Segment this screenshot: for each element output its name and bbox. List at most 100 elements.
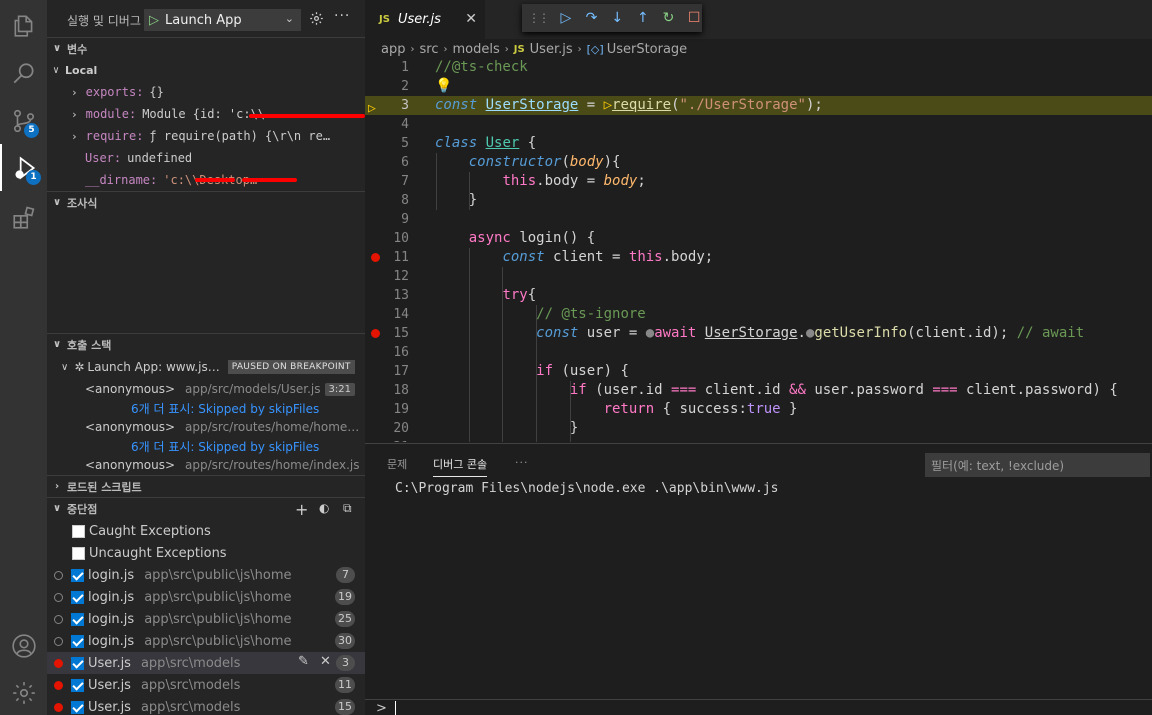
breakpoints-title: 중단점 bbox=[67, 502, 98, 516]
js-file-icon: JS bbox=[379, 14, 390, 25]
breakpoint-checkbox[interactable] bbox=[71, 700, 84, 714]
breakpoint-item[interactable]: User.js app\src\models 15 bbox=[47, 696, 365, 715]
breakpoint-file: login.js bbox=[88, 611, 135, 627]
code-line: 4 bbox=[365, 115, 1152, 134]
settings-gear-icon[interactable] bbox=[0, 669, 47, 715]
line-number: 18 bbox=[393, 383, 409, 398]
redaction-mark bbox=[242, 178, 297, 182]
tab-problems[interactable]: 문제 bbox=[387, 456, 407, 472]
breadcrumb-item[interactable]: models bbox=[452, 42, 499, 57]
uncaught-exceptions-row[interactable]: Uncaught Exceptions bbox=[47, 542, 365, 564]
breakpoint-checkbox[interactable] bbox=[71, 678, 84, 692]
chevron-down-icon: ∨ bbox=[52, 43, 62, 54]
variable-row[interactable]: User: undefined bbox=[47, 147, 365, 169]
debug-session-row[interactable]: ∨ ✲ Launch App: www.js… PAUSED ON BREAKP… bbox=[47, 356, 365, 378]
variable-name: module: bbox=[85, 107, 137, 121]
more-actions-button[interactable]: ··· bbox=[334, 8, 350, 24]
breadcrumb-item[interactable]: User.js bbox=[530, 42, 573, 57]
line-number: 6 bbox=[401, 155, 409, 170]
restart-icon[interactable]: ↻ bbox=[661, 10, 677, 26]
breadcrumb-item[interactable]: app bbox=[381, 42, 405, 57]
variable-row[interactable]: › exports: {} bbox=[47, 81, 365, 103]
source-control-icon[interactable]: 5 bbox=[0, 97, 47, 144]
step-into-icon[interactable]: ↓ bbox=[609, 10, 625, 26]
stack-frame[interactable]: <anonymous> app/src/routes/home/index.js bbox=[47, 454, 365, 476]
text-caret bbox=[395, 701, 396, 715]
chevron-right-icon: › bbox=[410, 43, 415, 55]
code-line: 20 } bbox=[365, 419, 1152, 438]
run-debug-icon[interactable]: 1 bbox=[0, 144, 47, 191]
code-line: 9 bbox=[365, 210, 1152, 229]
add-breakpoint-plus-icon[interactable]: + bbox=[295, 500, 308, 519]
breakpoints-section-header[interactable]: ∨ 중단점 + ◐ ⧉ bbox=[47, 497, 365, 519]
extensions-icon[interactable] bbox=[0, 194, 47, 241]
breakpoint-checkbox[interactable] bbox=[71, 634, 84, 648]
caught-exceptions-row[interactable]: Caught Exceptions bbox=[47, 520, 365, 542]
variable-name: User: bbox=[85, 151, 122, 165]
breakpoint-checkbox[interactable] bbox=[71, 590, 84, 604]
open-launch-json-gear-icon[interactable] bbox=[309, 11, 324, 30]
breakpoint-checkbox[interactable] bbox=[71, 656, 84, 670]
line-number: 13 bbox=[393, 288, 409, 303]
continue-icon[interactable]: ▷ bbox=[558, 10, 574, 26]
scope-local[interactable]: ∨ Local bbox=[47, 59, 365, 81]
line-number: 3 bbox=[401, 98, 409, 113]
account-icon[interactable] bbox=[0, 622, 47, 669]
remove-all-breakpoints-icon[interactable]: ⧉ bbox=[343, 501, 352, 516]
remove-breakpoint-close-icon[interactable]: ✕ bbox=[320, 654, 331, 669]
breakpoint-item[interactable]: User.js app\src\models ✎ ✕ 3 bbox=[47, 652, 365, 674]
variable-row[interactable]: › require: ƒ require(path) {\r\n re… bbox=[47, 125, 365, 147]
watch-section-header[interactable]: ∨ 조사식 bbox=[47, 191, 365, 213]
breadcrumb-item[interactable]: src bbox=[419, 42, 438, 57]
breadcrumb-item[interactable]: UserStorage bbox=[607, 42, 688, 57]
callstack-section-header[interactable]: ∨ 호출 스택 bbox=[47, 333, 365, 355]
breakpoint-item[interactable]: login.js app\src\public\js\home 7 bbox=[47, 564, 365, 586]
frame-path: app/src/routes/home/home… bbox=[185, 420, 360, 434]
paused-badge: PAUSED ON BREAKPOINT bbox=[227, 360, 355, 374]
search-icon[interactable] bbox=[0, 50, 47, 97]
lightbulb-icon[interactable]: 💡 bbox=[435, 77, 452, 96]
line-number: 2 bbox=[401, 79, 409, 94]
line-number: 19 bbox=[393, 402, 409, 417]
console-input[interactable]: > bbox=[365, 699, 1152, 715]
line-number: 12 bbox=[393, 269, 409, 284]
line-number: 5 bbox=[401, 136, 409, 151]
close-tab-icon[interactable]: ✕ bbox=[465, 11, 477, 27]
breakpoint-line: 7 bbox=[336, 567, 355, 583]
breakpoint-checkbox[interactable] bbox=[71, 612, 84, 626]
skipped-frames-link[interactable]: 6개 더 표시: Skipped by skipFiles bbox=[131, 438, 319, 455]
breakpoint-item[interactable]: User.js app\src\models 11 bbox=[47, 674, 365, 696]
edit-breakpoint-pencil-icon[interactable]: ✎ bbox=[298, 654, 309, 669]
breakpoint-path: app\src\public\js\home bbox=[144, 589, 292, 605]
variables-title: 변수 bbox=[67, 42, 88, 56]
uncaught-exceptions-checkbox[interactable] bbox=[72, 546, 85, 560]
panel-more-button[interactable]: ··· bbox=[515, 456, 529, 469]
toggle-breakpoints-icon[interactable]: ◐ bbox=[319, 501, 329, 515]
caught-exceptions-label: Caught Exceptions bbox=[89, 523, 211, 539]
breakpoint-checkbox[interactable] bbox=[71, 568, 84, 582]
step-over-icon[interactable]: ↷ bbox=[584, 10, 600, 26]
stop-icon[interactable]: ☐ bbox=[686, 10, 702, 26]
breakpoint-item[interactable]: login.js app\src\public\js\home 19 bbox=[47, 586, 365, 608]
step-out-icon[interactable]: ↑ bbox=[635, 10, 651, 26]
start-debug-icon[interactable]: ▷ bbox=[149, 13, 159, 28]
breakpoint-item[interactable]: login.js app\src\public\js\home 25 bbox=[47, 608, 365, 630]
skipped-frames-link[interactable]: 6개 더 표시: Skipped by skipFiles bbox=[131, 400, 319, 417]
loaded-scripts-section-header[interactable]: › 로드된 스크립트 bbox=[47, 475, 365, 497]
caught-exceptions-checkbox[interactable] bbox=[72, 524, 85, 538]
launch-config-select[interactable]: ▷ Launch App ⌄ bbox=[144, 9, 301, 31]
variables-section-header[interactable]: ∨ 변수 bbox=[47, 37, 365, 59]
drag-handle-icon[interactable]: ⋮⋮ bbox=[528, 11, 550, 25]
console-filter-input[interactable]: 필터(예: text, !exclude) bbox=[925, 453, 1150, 477]
breakpoint-path: app\src\models bbox=[140, 677, 241, 693]
breakpoint-path: app\src\public\js\home bbox=[144, 611, 292, 627]
tab-debug-console[interactable]: 디버그 콘솔 bbox=[433, 456, 488, 477]
breakpoint-line: 15 bbox=[335, 699, 355, 715]
chevron-right-icon: › bbox=[577, 43, 582, 55]
explorer-icon[interactable] bbox=[0, 2, 47, 49]
code-line: 13 try{ bbox=[365, 286, 1152, 305]
code-editor[interactable]: 1//@ts-check 2 💡 ▷ 3 const UserStorage = ▷r… bbox=[365, 58, 1152, 442]
breakpoint-item[interactable]: login.js app\src\public\js\home 30 bbox=[47, 630, 365, 652]
tab-user-js[interactable]: JS User.js ✕ bbox=[365, 0, 485, 39]
debug-toolbar: ⋮⋮ ▷ ↷ ↓ ↑ ↻ ☐ bbox=[522, 4, 702, 32]
